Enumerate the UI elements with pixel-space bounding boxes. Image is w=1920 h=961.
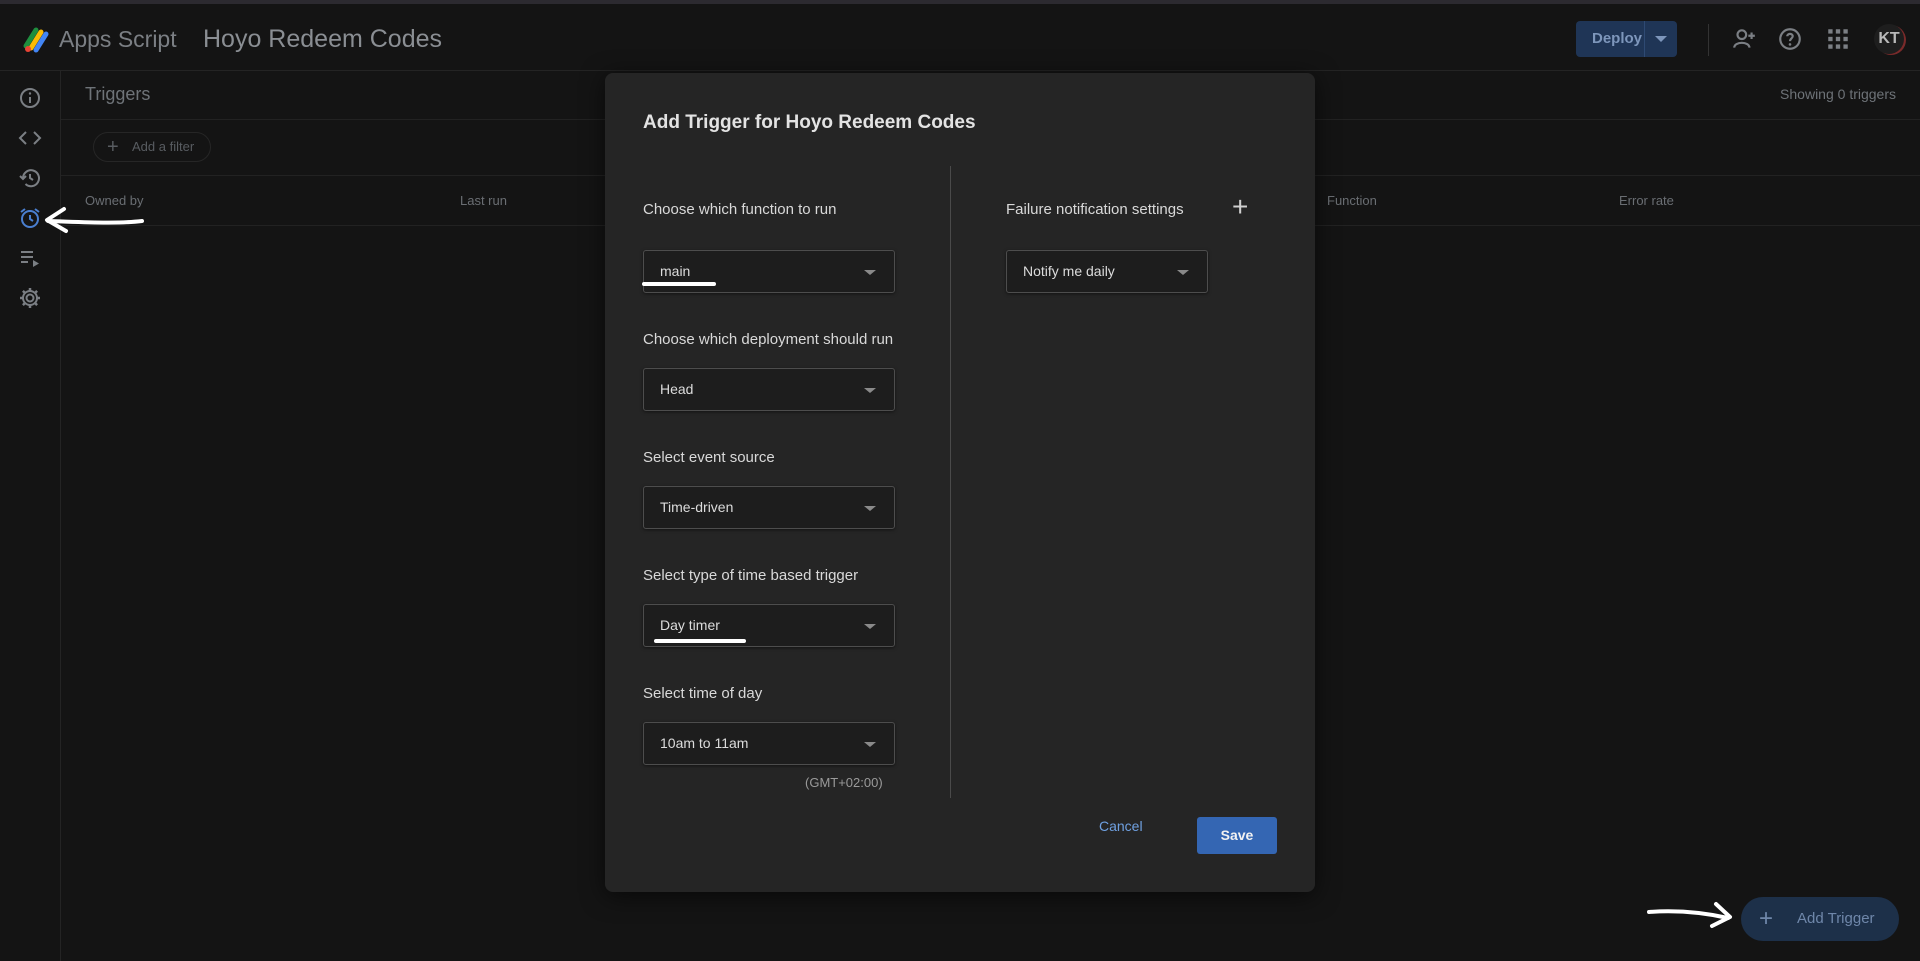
add-trigger-dialog: Add Trigger for Hoyo Redeem Codes Choose…: [605, 73, 1315, 892]
cancel-button[interactable]: Cancel: [1099, 818, 1143, 834]
deployment-value: Head: [660, 381, 694, 397]
toolbar-divider: [1708, 24, 1709, 56]
avatar[interactable]: KT: [1874, 24, 1904, 54]
annotation-underline: [642, 282, 716, 286]
dropdown-arrow-icon: [864, 506, 876, 511]
dropdown-arrow-icon: [864, 624, 876, 629]
failure-notification-select[interactable]: Notify me daily: [1006, 250, 1208, 293]
event-source-value: Time-driven: [660, 499, 734, 515]
deployment-label: Choose which deployment should run: [643, 331, 894, 348]
add-notification-icon[interactable]: +: [1232, 191, 1248, 223]
timezone-label: (GMT+02:00): [805, 775, 883, 790]
dialog-title: Add Trigger for Hoyo Redeem Codes: [643, 112, 976, 133]
column-function[interactable]: Function: [1327, 193, 1377, 208]
timer-type-label: Select type of time based trigger: [643, 567, 859, 584]
triggers-icon[interactable]: [18, 206, 42, 230]
dropdown-arrow-icon: [864, 742, 876, 747]
save-button[interactable]: Save: [1197, 817, 1277, 854]
executions-icon[interactable]: [18, 246, 42, 270]
timer-type-value: Day timer: [660, 617, 720, 633]
trigger-count: Showing 0 triggers: [1780, 86, 1896, 102]
deploy-separator: [1644, 21, 1645, 57]
annotation-arrow-right-icon: [1647, 902, 1732, 928]
deployment-select[interactable]: Head: [643, 368, 895, 411]
deploy-label: Deploy: [1592, 30, 1643, 47]
function-label: Choose which function to run: [643, 201, 837, 218]
history-icon[interactable]: [18, 166, 42, 190]
project-name[interactable]: Hoyo Redeem Codes: [203, 25, 442, 54]
settings-icon[interactable]: [18, 286, 42, 310]
plus-icon: +: [107, 136, 119, 158]
dropdown-arrow-icon: [1177, 270, 1189, 275]
function-value: main: [660, 263, 691, 279]
failure-notification-value: Notify me daily: [1023, 263, 1115, 279]
add-filter-label: Add a filter: [132, 139, 195, 154]
dropdown-arrow-icon: [864, 388, 876, 393]
time-of-day-label: Select time of day: [643, 685, 763, 702]
column-last-run[interactable]: Last run: [460, 193, 507, 208]
dialog-divider: [950, 166, 951, 798]
deploy-button[interactable]: Deploy: [1576, 21, 1677, 57]
event-source-select[interactable]: Time-driven: [643, 486, 895, 529]
app-name: Apps Script: [59, 26, 177, 52]
page-title: Triggers: [85, 84, 151, 104]
apps-grid-icon[interactable]: [1825, 26, 1851, 52]
annotation-underline: [654, 639, 746, 643]
editor-icon[interactable]: [18, 126, 42, 150]
apps-script-logo-icon: [23, 27, 49, 53]
annotation-arrow-left-icon: [45, 207, 144, 233]
failure-notification-label: Failure notification settings: [1006, 201, 1184, 218]
time-of-day-value: 10am to 11am: [660, 735, 749, 751]
top-bar: Apps Script Hoyo Redeem Codes Deploy KT: [0, 4, 1920, 71]
chevron-down-icon[interactable]: [1655, 36, 1667, 42]
add-person-icon[interactable]: [1731, 26, 1757, 52]
add-trigger-label: Add Trigger: [1797, 910, 1875, 927]
function-select[interactable]: main: [643, 250, 895, 293]
column-error-rate[interactable]: Error rate: [1619, 193, 1674, 208]
help-icon[interactable]: [1777, 26, 1803, 52]
time-of-day-select[interactable]: 10am to 11am: [643, 722, 895, 765]
add-trigger-button[interactable]: + Add Trigger: [1741, 897, 1899, 941]
dropdown-arrow-icon: [864, 270, 876, 275]
plus-icon: +: [1759, 905, 1774, 932]
add-filter-button[interactable]: + Add a filter: [93, 132, 211, 162]
event-source-label: Select event source: [643, 449, 775, 466]
overview-icon[interactable]: [18, 86, 42, 110]
